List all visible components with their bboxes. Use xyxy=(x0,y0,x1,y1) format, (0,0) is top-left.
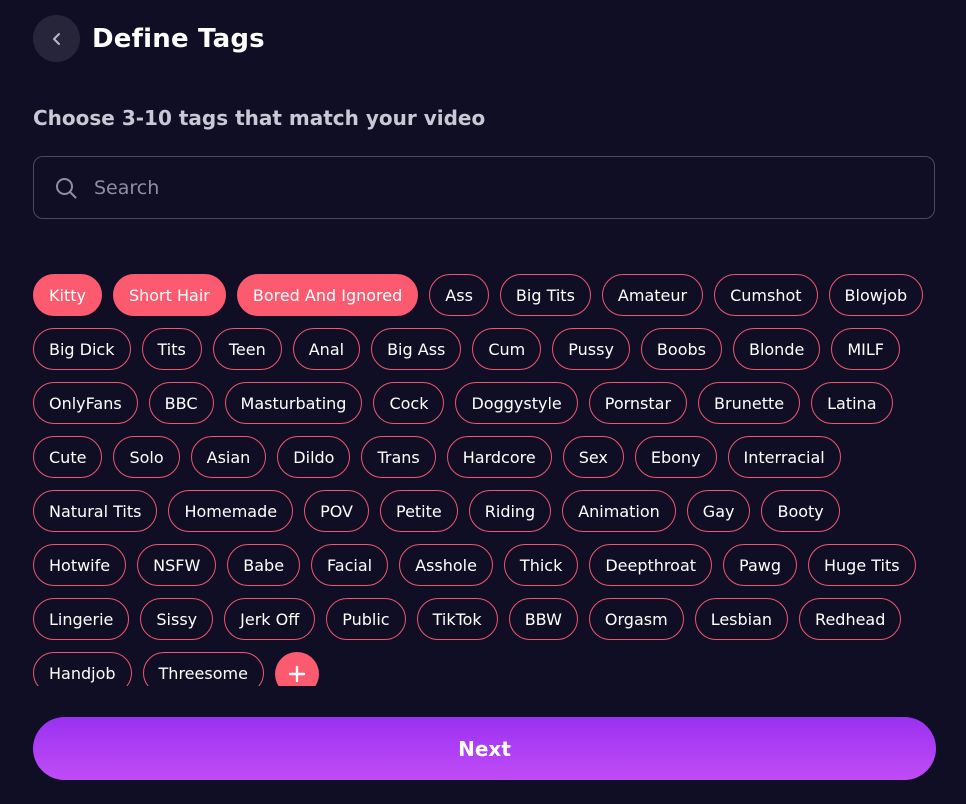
next-button[interactable]: Next xyxy=(33,717,936,780)
tag-chip[interactable]: NSFW xyxy=(137,544,217,586)
tag-chip[interactable]: Trans xyxy=(361,436,436,478)
tag-chip[interactable]: Handjob xyxy=(33,652,132,686)
tag-chip[interactable]: Public xyxy=(326,598,406,640)
tag-chip[interactable]: Lingerie xyxy=(33,598,130,640)
tag-chip[interactable]: Pussy xyxy=(552,328,630,370)
tag-chip[interactable]: Animation xyxy=(562,490,676,532)
tag-chip[interactable]: Cumshot xyxy=(714,274,818,316)
tag-chip[interactable]: Asshole xyxy=(399,544,493,586)
search-input[interactable] xyxy=(92,166,934,209)
tag-chip[interactable]: Babe xyxy=(227,544,301,586)
tag-chip[interactable]: Ebony xyxy=(634,436,717,478)
tag-chip[interactable]: Jerk Off xyxy=(224,598,316,640)
tag-chip[interactable]: Blonde xyxy=(732,328,821,370)
tag-chip[interactable]: Cock xyxy=(373,382,445,424)
tag-chip[interactable]: BBW xyxy=(508,598,578,640)
tag-chip[interactable]: OnlyFans xyxy=(33,382,138,424)
add-tag-button[interactable] xyxy=(274,652,319,686)
tag-chip[interactable]: TikTok xyxy=(416,598,498,640)
tag-chip[interactable]: Thick xyxy=(503,544,579,586)
search-icon xyxy=(54,176,78,200)
tag-chip[interactable]: Gay xyxy=(686,490,751,532)
tag-chip[interactable]: Pawg xyxy=(723,544,797,586)
tag-chip[interactable]: Interracial xyxy=(727,436,841,478)
tag-chip[interactable]: Natural Tits xyxy=(33,490,158,532)
tag-chip[interactable]: POV xyxy=(304,490,369,532)
tag-chip[interactable]: Doggystyle xyxy=(455,382,578,424)
tag-chip[interactable]: Tits xyxy=(141,328,202,370)
tag-chip[interactable]: Hotwife xyxy=(33,544,127,586)
tag-chip[interactable]: Kitty xyxy=(33,274,102,316)
tag-chip[interactable]: Big Tits xyxy=(499,274,591,316)
tag-chip[interactable]: Boobs xyxy=(640,328,722,370)
tag-chip[interactable]: Facial xyxy=(311,544,389,586)
tag-chip[interactable]: Dildo xyxy=(277,436,351,478)
tag-chip[interactable]: Lesbian xyxy=(694,598,789,640)
tag-chip[interactable]: Ass xyxy=(429,274,489,316)
tag-chip[interactable]: Asian xyxy=(190,436,267,478)
tag-chip[interactable]: Pornstar xyxy=(588,382,688,424)
tags-list: Kitty Short Hair Bored And Ignored Ass Big T… xyxy=(33,274,935,686)
search-box[interactable] xyxy=(33,156,935,219)
tag-chip[interactable]: Sex xyxy=(562,436,624,478)
chevron-left-icon xyxy=(52,32,60,45)
tag-chip[interactable]: Short Hair xyxy=(112,274,226,316)
tag-chip[interactable]: Hardcore xyxy=(446,436,552,478)
tag-chip[interactable]: Big Dick xyxy=(33,328,131,370)
tag-chip[interactable]: Big Ass xyxy=(371,328,462,370)
page-title: Define Tags xyxy=(92,23,265,54)
tag-chip[interactable]: Masturbating xyxy=(224,382,363,424)
tag-chip[interactable]: Latina xyxy=(811,382,893,424)
header: Define Tags xyxy=(33,15,265,62)
tag-chip[interactable]: Redhead xyxy=(799,598,902,640)
tag-chip[interactable]: Blowjob xyxy=(828,274,924,316)
tag-chip[interactable]: MILF xyxy=(831,328,900,370)
tag-chip[interactable]: Cute xyxy=(33,436,103,478)
tag-chip[interactable]: Anal xyxy=(292,328,361,370)
tag-chip[interactable]: Brunette xyxy=(698,382,801,424)
tag-chip[interactable]: Amateur xyxy=(601,274,704,316)
tags-wrap: Kitty Short Hair Bored And Ignored Ass Big T… xyxy=(33,274,935,686)
tag-chip[interactable]: Solo xyxy=(113,436,180,478)
tag-chip[interactable]: Threesome xyxy=(142,652,264,686)
plus-icon xyxy=(288,665,306,683)
tag-chip[interactable]: Sissy xyxy=(140,598,214,640)
tag-chip[interactable]: Teen xyxy=(212,328,282,370)
tag-chip[interactable]: Homemade xyxy=(168,490,294,532)
tag-chip[interactable]: Huge Tits xyxy=(808,544,916,586)
tag-chip[interactable]: Petite xyxy=(379,490,458,532)
tag-chip[interactable]: Riding xyxy=(468,490,552,532)
tag-chip[interactable]: Booty xyxy=(761,490,840,532)
tag-chip[interactable]: BBC xyxy=(148,382,214,424)
tag-chip[interactable]: Bored And Ignored xyxy=(236,274,419,316)
back-button[interactable] xyxy=(33,15,80,62)
tag-chip[interactable]: Cum xyxy=(472,328,542,370)
tag-chip[interactable]: Deepthroat xyxy=(589,544,713,586)
instructions-text: Choose 3-10 tags that match your video xyxy=(33,106,486,130)
tag-chip[interactable]: Orgasm xyxy=(588,598,684,640)
